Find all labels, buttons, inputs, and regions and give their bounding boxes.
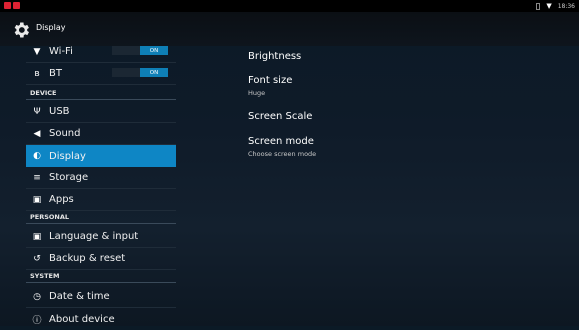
sidebar-item-label: BT bbox=[49, 68, 62, 79]
sidebar-item-label: Sound bbox=[49, 128, 81, 139]
sidebar-item-label: USB bbox=[49, 106, 70, 117]
sidebar-item-usb[interactable]: Ψ USB bbox=[26, 101, 176, 123]
section-divider bbox=[26, 282, 176, 283]
sidebar-item-label: Language & input bbox=[49, 231, 139, 242]
status-bar: ▼ 18:36 bbox=[0, 0, 579, 12]
section-divider bbox=[26, 223, 176, 224]
sidebar-item-label: Date & time bbox=[49, 291, 110, 302]
sidebar-item-wifi[interactable]: ▼ Wi-Fi ON bbox=[26, 41, 176, 63]
sidebar-item-storage[interactable]: ≡ Storage bbox=[26, 167, 176, 189]
notification-icons bbox=[4, 2, 20, 9]
info-icon: ⓘ bbox=[32, 315, 42, 326]
wifi-toggle[interactable]: ON bbox=[140, 46, 168, 55]
wifi-signal-icon: ▼ bbox=[546, 2, 552, 10]
backup-icon: ↺ bbox=[33, 253, 41, 264]
pref-screen-scale[interactable]: Screen Scale bbox=[248, 111, 312, 122]
pref-font-size[interactable]: Font size Huge bbox=[248, 75, 292, 97]
sidebar-item-label: Wi-Fi bbox=[49, 46, 73, 57]
section-header-system: SYSTEM bbox=[30, 272, 60, 280]
sidebar-item-backup[interactable]: ↺ Backup & reset bbox=[26, 248, 176, 270]
usb-icon: Ψ bbox=[33, 106, 41, 117]
bluetooth-icon: ʙ bbox=[34, 68, 40, 79]
storage-icon: ≡ bbox=[33, 172, 41, 183]
sidebar-item-display[interactable]: ◐ Display bbox=[26, 145, 176, 167]
sidebar-item-datetime[interactable]: ◷ Date & time bbox=[26, 286, 176, 308]
section-divider bbox=[26, 99, 176, 100]
clock-icon: ◷ bbox=[33, 291, 41, 302]
sidebar-item-label: Display bbox=[49, 150, 86, 162]
bt-toggle[interactable]: ON bbox=[140, 68, 168, 77]
notification-icon bbox=[13, 2, 20, 9]
sidebar-item-sound[interactable]: ◀ Sound bbox=[26, 123, 176, 145]
sidebar-item-about[interactable]: ⓘ About device bbox=[26, 308, 176, 330]
settings-gear-icon[interactable] bbox=[11, 20, 31, 40]
keyboard-icon: ▣ bbox=[32, 231, 42, 242]
pref-title: Screen Scale bbox=[248, 111, 313, 122]
display-icon: ◐ bbox=[33, 151, 41, 161]
notification-icon bbox=[4, 2, 11, 9]
sidebar-item-label: About device bbox=[49, 313, 115, 325]
pref-summary: Choose screen mode bbox=[248, 150, 317, 158]
section-header-personal: PERSONAL bbox=[30, 213, 70, 221]
sidebar-item-label: Apps bbox=[49, 194, 74, 205]
pref-title: Brightness bbox=[248, 51, 302, 62]
screen-title: Display bbox=[36, 23, 66, 32]
sidebar-item-language[interactable]: ▣ Language & input bbox=[26, 226, 176, 248]
pref-screen-mode[interactable]: Screen mode Choose screen mode bbox=[248, 136, 316, 158]
clock: 18:36 bbox=[557, 2, 575, 10]
section-header-device: DEVICE bbox=[30, 89, 57, 97]
pref-summary: Huge bbox=[248, 89, 266, 97]
sidebar-item-label: Backup & reset bbox=[49, 253, 126, 264]
pref-title: Font size bbox=[248, 75, 293, 86]
wifi-icon: ▼ bbox=[33, 46, 41, 57]
sidebar-item-bt[interactable]: ʙ BT ON bbox=[26, 63, 176, 85]
pref-brightness[interactable]: Brightness bbox=[248, 51, 301, 62]
sidebar-item-apps[interactable]: ▣ Apps bbox=[26, 189, 176, 211]
pref-title: Screen mode bbox=[248, 136, 314, 147]
settings-sidebar: ▼ Wi-Fi ON ʙ BT ON DEVICE Ψ USB ◀ Sound … bbox=[0, 46, 180, 326]
speaker-icon: ◀ bbox=[33, 128, 41, 139]
battery-icon bbox=[536, 2, 541, 10]
sidebar-item-label: Storage bbox=[49, 172, 89, 183]
apps-icon: ▣ bbox=[32, 194, 42, 205]
